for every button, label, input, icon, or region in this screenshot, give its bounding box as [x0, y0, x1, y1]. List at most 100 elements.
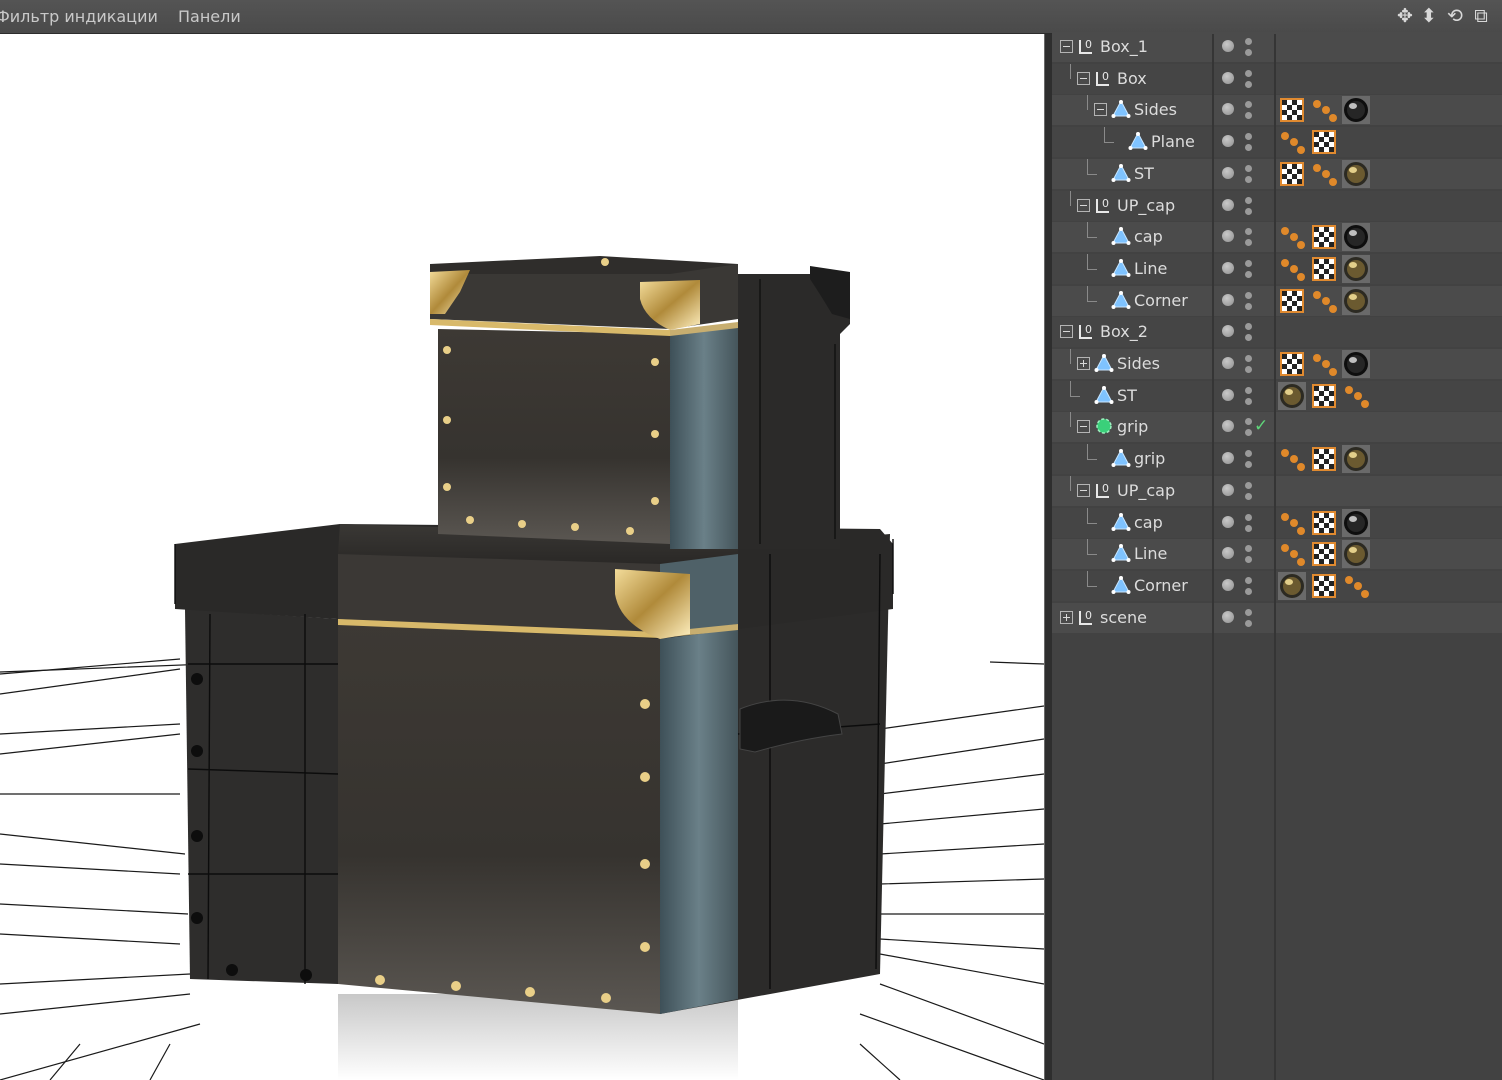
render-visibility-icon[interactable]: [1245, 80, 1252, 88]
editor-visibility-icon[interactable]: [1245, 608, 1252, 616]
material-tag-gold-icon[interactable]: [1342, 286, 1370, 315]
object-name[interactable]: grip: [1134, 449, 1165, 468]
texture-tag-icon[interactable]: [1278, 350, 1306, 378]
enabled-check-icon[interactable]: ✓: [1254, 416, 1268, 436]
editor-visibility-icon[interactable]: [1245, 38, 1252, 45]
layer-dot-icon[interactable]: [1222, 452, 1234, 465]
collapse-toggle-icon[interactable]: [1060, 325, 1073, 339]
editor-visibility-icon[interactable]: [1245, 450, 1252, 458]
editor-visibility-icon[interactable]: [1245, 133, 1252, 141]
window-icon[interactable]: ⧉: [1470, 4, 1492, 28]
collapse-toggle-icon[interactable]: [1077, 71, 1090, 85]
layer-dot-icon[interactable]: [1222, 103, 1234, 116]
layer-dot-icon[interactable]: [1222, 198, 1234, 211]
selection-tag-icon[interactable]: [1278, 509, 1306, 537]
selection-tag-icon[interactable]: [1278, 128, 1306, 156]
render-visibility-icon[interactable]: [1245, 207, 1252, 215]
render-visibility-icon[interactable]: [1245, 587, 1252, 595]
object-name[interactable]: cap: [1134, 227, 1163, 246]
layer-dot-icon[interactable]: [1222, 547, 1234, 560]
layer-dot-icon[interactable]: [1222, 40, 1234, 52]
render-visibility-icon[interactable]: [1245, 49, 1252, 56]
object-name[interactable]: Box_1: [1100, 37, 1148, 56]
material-tag-black-icon[interactable]: [1342, 96, 1370, 125]
collapse-toggle-icon[interactable]: [1060, 40, 1073, 53]
editor-visibility-icon[interactable]: [1245, 481, 1252, 489]
object-row[interactable]: cap: [1052, 507, 1502, 538]
object-name[interactable]: Plane: [1151, 132, 1195, 151]
layer-dot-icon[interactable]: [1222, 610, 1234, 623]
object-name[interactable]: Box: [1117, 69, 1147, 88]
selection-tag-icon[interactable]: [1310, 160, 1338, 188]
editor-visibility-icon[interactable]: [1245, 323, 1252, 331]
texture-tag-icon[interactable]: [1310, 128, 1338, 156]
render-visibility-icon[interactable]: [1245, 429, 1252, 437]
render-visibility-icon[interactable]: [1245, 302, 1252, 310]
editor-visibility-icon[interactable]: [1245, 228, 1252, 236]
object-row[interactable]: 0 Box_1: [1052, 32, 1502, 62]
layer-dot-icon[interactable]: [1222, 325, 1234, 338]
object-row[interactable]: 0 Box: [1052, 63, 1502, 94]
render-visibility-icon[interactable]: [1245, 334, 1252, 342]
render-visibility-icon[interactable]: [1245, 366, 1252, 373]
selection-tag-icon[interactable]: [1342, 572, 1370, 600]
object-row[interactable]: cap: [1052, 222, 1502, 253]
object-row[interactable]: Line: [1052, 253, 1502, 284]
texture-tag-icon[interactable]: [1310, 223, 1338, 251]
rotate-icon[interactable]: ⟲: [1444, 4, 1466, 28]
object-row[interactable]: ST: [1052, 380, 1502, 411]
layer-dot-icon[interactable]: [1222, 388, 1234, 401]
editor-visibility-icon[interactable]: [1245, 576, 1252, 584]
texture-tag-icon[interactable]: [1278, 287, 1306, 315]
object-row[interactable]: 0 UP_cap: [1052, 190, 1502, 221]
editor-visibility-icon[interactable]: [1245, 513, 1252, 521]
object-row[interactable]: ST: [1052, 158, 1502, 189]
selection-tag-icon[interactable]: [1278, 255, 1306, 283]
layer-dot-icon[interactable]: [1222, 261, 1234, 274]
render-visibility-icon[interactable]: [1245, 461, 1252, 469]
editor-visibility-icon[interactable]: [1245, 259, 1252, 267]
material-tag-gold-icon[interactable]: [1278, 381, 1306, 410]
material-tag-gold-icon[interactable]: [1342, 445, 1370, 474]
material-tag-black-icon[interactable]: [1342, 508, 1370, 537]
object-name[interactable]: grip: [1117, 417, 1148, 436]
selection-tag-icon[interactable]: [1342, 382, 1370, 410]
layer-dot-icon[interactable]: [1222, 483, 1234, 496]
editor-visibility-icon[interactable]: [1245, 545, 1252, 553]
render-visibility-icon[interactable]: [1245, 619, 1252, 627]
layer-dot-icon[interactable]: [1222, 293, 1234, 306]
render-visibility-icon[interactable]: [1245, 239, 1252, 247]
selection-tag-icon[interactable]: [1310, 287, 1338, 315]
layer-dot-icon[interactable]: [1222, 578, 1234, 591]
object-name[interactable]: Line: [1134, 259, 1167, 278]
editor-visibility-icon[interactable]: [1245, 418, 1252, 426]
editor-visibility-icon[interactable]: [1245, 355, 1252, 362]
object-name[interactable]: UP_cap: [1117, 196, 1175, 215]
collapse-toggle-icon[interactable]: [1094, 103, 1107, 117]
render-visibility-icon[interactable]: [1245, 175, 1252, 183]
object-row[interactable]: 0 Box_2: [1052, 317, 1502, 348]
render-visibility-icon[interactable]: [1245, 270, 1252, 278]
texture-tag-icon[interactable]: [1310, 509, 1338, 537]
editor-visibility-icon[interactable]: [1245, 69, 1252, 77]
menu-panels[interactable]: Панели: [178, 7, 241, 26]
object-name[interactable]: UP_cap: [1117, 481, 1175, 500]
collapse-toggle-icon[interactable]: [1077, 420, 1090, 434]
object-name[interactable]: Corner: [1134, 576, 1188, 595]
selection-tag-icon[interactable]: [1278, 223, 1306, 251]
render-visibility-icon[interactable]: [1245, 556, 1252, 564]
layer-dot-icon[interactable]: [1222, 357, 1234, 369]
texture-tag-icon[interactable]: [1310, 255, 1338, 283]
object-name[interactable]: scene: [1100, 608, 1147, 627]
expand-toggle-icon[interactable]: [1077, 357, 1090, 370]
texture-tag-icon[interactable]: [1278, 160, 1306, 188]
layer-dot-icon[interactable]: [1222, 135, 1234, 148]
texture-tag-icon[interactable]: [1310, 540, 1338, 568]
object-row[interactable]: Line: [1052, 539, 1502, 570]
material-tag-gold-icon[interactable]: [1342, 540, 1370, 569]
object-row[interactable]: 0 scene: [1052, 602, 1502, 633]
layer-dot-icon[interactable]: [1222, 230, 1234, 243]
texture-tag-icon[interactable]: [1310, 382, 1338, 410]
3d-viewport[interactable]: [0, 34, 1044, 1080]
object-row[interactable]: grip: [1052, 444, 1502, 475]
